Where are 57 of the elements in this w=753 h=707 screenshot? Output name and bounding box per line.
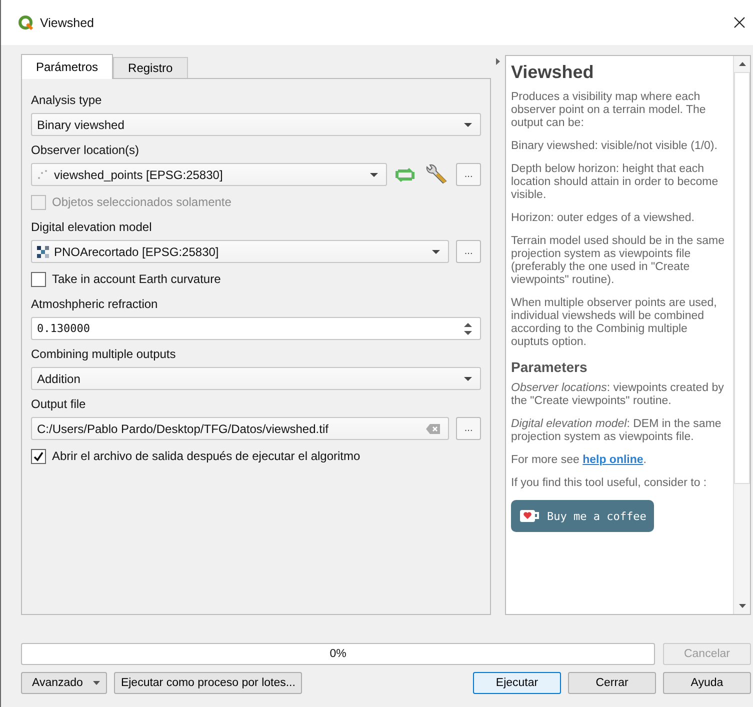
checkbox[interactable] [31,272,46,286]
dropdown[interactable]: Addition [31,367,482,390]
scrollbar[interactable] [733,56,750,614]
checkbox-label: Objetos seleccionados solamente [52,195,232,209]
help-paragraph: Binary viewshed: visible/not visible (1/0). [511,140,718,153]
help-paragraph: Terrain model used should be in the same projection system as viewpoints file (preferably the one used in "Create viewpoints" routine). [511,235,726,287]
point-layer-icon [37,168,49,180]
dialog-button[interactable]: Cerrar [568,672,656,694]
checkbox-label: Abrir el archivo de salida después de ejecutar el algoritmo [52,449,360,463]
field-label: Analysis type [31,93,103,108]
help-paragraph: Produces a visibility map where each observer point on a terrain model. The output can be: [511,91,707,130]
caret-icon [92,681,100,685]
coffee-cup-icon [519,509,541,523]
raster-layer-icon [37,246,49,258]
checkbox-label: Take in account Earth curvature [52,272,221,286]
dropdown-arrow-icon [370,172,378,176]
close-icon[interactable] [734,17,745,28]
collapse-arrow-icon[interactable] [496,58,500,65]
help-paragraph: If you find this tool useful, consider to : [511,477,708,490]
scroll-down-icon[interactable] [738,604,746,608]
output-file-field[interactable]: C:/Users/Pablo Pardo/Desktop/TFG/Datos/viewshed.tif [31,417,450,440]
field-label: Atmoshpheric refraction [31,297,159,312]
field-label: Combining multiple outputs [31,347,177,362]
help-paragraph: Horizon: outer edges of a viewshed. [511,212,696,225]
advanced-menu-button[interactable]: Avanzado [21,672,107,694]
coffee-button[interactable]: Buy me a coffee [511,500,654,532]
tab[interactable]: Registro [113,57,188,78]
spin-arrows-icon[interactable] [464,322,472,336]
dropdown-arrow-icon [464,376,472,380]
window-title: Viewshed [40,16,94,30]
checkbox[interactable] [31,448,46,464]
field-label: Output file [31,397,87,412]
dropdown-arrow-icon [464,122,472,126]
browse-button[interactable]: ... [456,417,482,440]
field-label: Digital elevation model [31,220,153,235]
browse-button[interactable]: ... [456,163,482,186]
scroll-up-icon[interactable] [738,62,746,66]
help-title: Viewshed [511,61,595,83]
browse-button[interactable]: ... [456,240,482,263]
layer-dropdown[interactable]: viewshed_points [EPSG:25830] [31,163,388,186]
dropdown[interactable]: Binary viewshed [31,113,482,136]
dropdown-arrow-icon [432,250,440,254]
help-paragraph: Depth below horizon: height that each location should attain in order to become visible. [511,163,720,202]
dialog-button[interactable]: Ejecutar [473,672,561,694]
dialog-button[interactable]: Ayuda [663,672,751,694]
app-logo-icon [18,14,34,30]
field-label: Observer location(s) [31,143,140,158]
help-link[interactable]: help online [582,454,644,466]
help-paragraph: Observer locations: viewpoints created by the "Create viewpoints" routine. [511,382,725,408]
help-paragraph: For more see help online. [511,454,648,467]
help-paragraph: Digital elevation model: DEM in the same projection system as viewpoints file. [511,418,722,444]
help-heading: Parameters [511,361,588,374]
layer-dropdown[interactable]: PNOArecortado [EPSG:25830] [31,240,450,263]
batch-button[interactable]: Ejecutar como proceso por lotes... [114,672,302,694]
number-spinbox[interactable]: 0.130000 [31,317,482,340]
tab[interactable]: Parámetros [21,54,114,79]
help-paragraph: When multiple observer points are used, individual viewsheds will be combined according to the Combinig multiple ouptuts option. [511,297,718,349]
